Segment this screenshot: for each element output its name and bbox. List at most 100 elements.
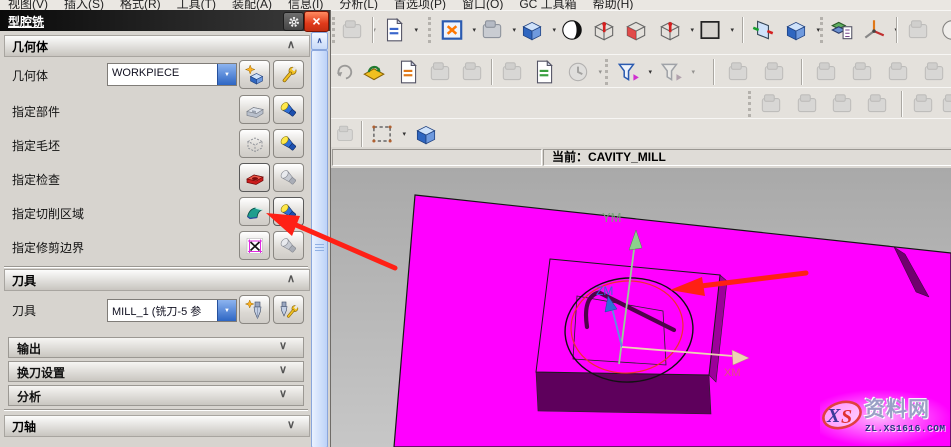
section-header-tool-axis[interactable]: 刀轴 ∨ <box>4 415 310 437</box>
section-analysis[interactable]: 分析 ∨ <box>8 385 304 406</box>
collapse-chevron-icon[interactable]: ∧ <box>287 38 295 51</box>
section-tool-change[interactable]: 换刀设置 ∨ <box>8 361 304 382</box>
fit-view-icon[interactable]: ▾ <box>437 16 467 44</box>
edit-tool-button[interactable] <box>273 295 304 324</box>
tag-circle-icon[interactable] <box>883 58 913 86</box>
generate-toolpath-icon[interactable] <box>359 58 389 86</box>
dropdown-arrow-icon[interactable]: ▾ <box>552 26 556 34</box>
scrollbar-thumb[interactable] <box>311 50 328 447</box>
status-cell-empty <box>332 149 542 166</box>
section-output-title: 输出 <box>17 340 41 357</box>
section-header-geometry[interactable]: 几何体 ∧ <box>4 35 310 57</box>
marquee-select-icon[interactable]: ▾ <box>367 120 397 148</box>
view-filter-icon[interactable]: ▾ <box>613 58 643 86</box>
specify-trim-button[interactable] <box>239 231 270 260</box>
check-tool-icon[interactable] <box>756 90 786 118</box>
select-trim-button[interactable] <box>273 231 304 260</box>
tag-hand-icon[interactable] <box>903 16 933 44</box>
toolbar-separator <box>491 59 493 85</box>
combo-dropdown-icon[interactable]: ▼ <box>217 64 236 85</box>
undo-icon[interactable] <box>334 58 356 86</box>
table-tool-icon[interactable] <box>862 90 892 118</box>
box-tool-icon[interactable] <box>792 90 822 118</box>
funnel-gray-icon[interactable]: ▾ <box>656 58 686 86</box>
specify-part-button[interactable] <box>239 95 270 124</box>
scrollbar-up-icon[interactable]: ∧ <box>311 32 328 50</box>
tool-display-icon[interactable]: ▾ <box>337 16 367 44</box>
shaded-cube-icon[interactable]: ▾ <box>517 16 547 44</box>
expand-chevron-icon[interactable]: ∨ <box>287 418 295 431</box>
display-mode-icon[interactable]: ▾ <box>477 16 507 44</box>
section-active-cube-icon[interactable] <box>621 16 651 44</box>
select-hand-icon[interactable] <box>334 120 356 148</box>
layer-settings-icon[interactable] <box>827 16 857 44</box>
dropdown-arrow-icon[interactable]: ▾ <box>402 130 406 138</box>
section-header-tool[interactable]: 刀具 ∧ <box>4 269 310 291</box>
dropdown-arrow-icon[interactable]: ▾ <box>730 26 734 34</box>
toolbar-drag-handle[interactable] <box>748 91 754 117</box>
boss-top-face[interactable] <box>536 259 720 375</box>
robot-icon[interactable] <box>497 58 527 86</box>
select-blank-button[interactable] <box>273 129 304 158</box>
dropdown-arrow-icon[interactable]: ▾ <box>598 68 602 76</box>
tag-add-icon[interactable] <box>847 58 877 86</box>
snap-cube-icon[interactable] <box>411 120 441 148</box>
toolbar-separator <box>713 59 715 85</box>
dropdown-arrow-icon[interactable]: ▾ <box>690 26 694 34</box>
shop-doc-icon[interactable] <box>457 58 487 86</box>
select-flashlight-gray-icon <box>278 235 300 257</box>
list-tool-icon[interactable] <box>827 90 857 118</box>
clip-plane-blue-icon[interactable]: ▾ <box>781 16 811 44</box>
information-icon[interactable]: ▾ <box>379 16 409 44</box>
toolbar-drag-handle[interactable] <box>605 59 611 85</box>
select-check-button[interactable] <box>273 163 304 192</box>
find-feature-icon[interactable] <box>811 58 841 86</box>
clip-plane-icon[interactable] <box>748 16 778 44</box>
tag-cylinder-icon[interactable] <box>919 58 949 86</box>
tool-library-icon[interactable] <box>759 58 789 86</box>
expand-chevron-icon[interactable]: ∨ <box>279 363 287 376</box>
dialog-close-button[interactable]: × <box>304 11 329 32</box>
expand-chevron-icon[interactable]: ∨ <box>279 387 287 400</box>
lamp-icon[interactable] <box>908 90 938 118</box>
stack-icon[interactable] <box>937 90 951 118</box>
flat-view-icon[interactable]: ▾ <box>695 16 725 44</box>
clip-cube-icon[interactable]: ▾ <box>655 16 685 44</box>
section-output[interactable]: 输出 ∨ <box>8 337 304 358</box>
edit-geometry-button[interactable] <box>273 60 304 89</box>
dialog-scrollbar[interactable]: ∧ <box>311 32 328 447</box>
dialog-options-button[interactable] <box>283 12 304 31</box>
toolbar-separator <box>361 121 363 147</box>
rotate-display-icon[interactable] <box>557 16 587 44</box>
section-cube-icon[interactable] <box>589 16 619 44</box>
toolbar-drag-handle[interactable] <box>428 17 434 43</box>
dropdown-arrow-icon[interactable]: ▾ <box>414 26 418 34</box>
combo-dropdown-icon[interactable]: ▼ <box>217 300 236 321</box>
expand-chevron-icon[interactable]: ∨ <box>279 339 287 352</box>
dropdown-arrow-icon[interactable]: ▾ <box>648 68 652 76</box>
dropdown-arrow-icon[interactable]: ▾ <box>512 26 516 34</box>
tool-combo[interactable]: MILL_1 (铣刀-5 参 ▼ <box>107 299 237 322</box>
csys-icon[interactable]: ▾ <box>859 16 889 44</box>
part-circle-icon[interactable] <box>937 16 951 44</box>
geometry-combo[interactable]: WORKPIECE ▼ <box>107 63 237 86</box>
status-current-operation: 当前：CAVITY_MILL <box>543 149 951 166</box>
toolpath-time-icon[interactable]: ▾ <box>563 58 593 86</box>
dialog-title-bar[interactable]: 型腔铣 × <box>0 10 330 31</box>
select-cut-area-button[interactable] <box>273 197 304 226</box>
machine-simulate-icon[interactable] <box>425 58 455 86</box>
postprocess-icon[interactable] <box>393 58 423 86</box>
specify-cut-area-button[interactable] <box>239 197 270 226</box>
collapse-chevron-icon[interactable]: ∧ <box>287 272 295 285</box>
toolbar-drag-handle[interactable] <box>820 17 826 43</box>
geometry-combo-value: WORKPIECE <box>112 67 216 79</box>
new-geometry-button[interactable] <box>239 60 270 89</box>
machining-data-icon[interactable] <box>723 58 753 86</box>
specify-blank-button[interactable] <box>239 129 270 158</box>
specify-check-button[interactable] <box>239 163 270 192</box>
select-part-button[interactable] <box>273 95 304 124</box>
new-tool-button[interactable] <box>239 295 270 324</box>
dropdown-arrow-icon[interactable]: ▾ <box>691 68 695 76</box>
verify-toolpath-icon[interactable] <box>529 58 559 86</box>
dropdown-arrow-icon[interactable]: ▾ <box>472 26 476 34</box>
